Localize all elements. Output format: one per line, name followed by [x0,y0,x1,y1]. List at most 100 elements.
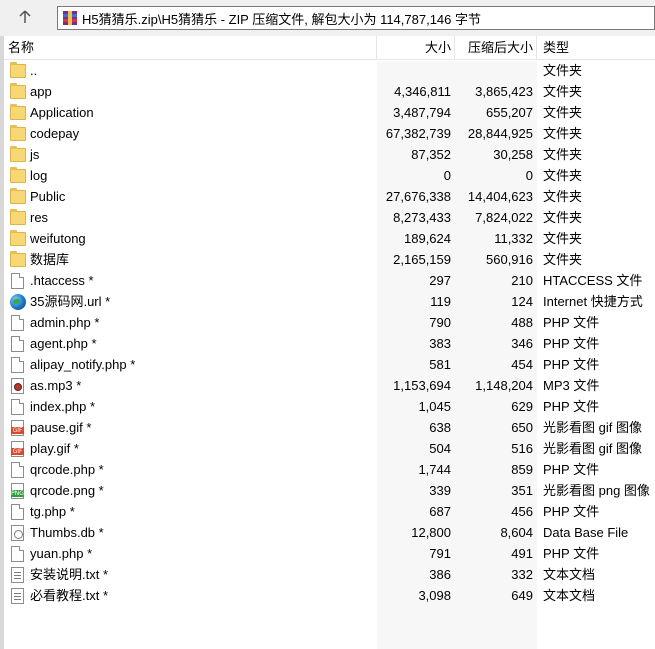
list-item[interactable]: agent.php * 383 346 PHP 文件 [4,333,655,354]
item-type: PHP 文件 [543,462,600,477]
item-size: 189,624 [404,231,451,246]
column-header-size[interactable]: 大小 [377,36,455,60]
list-item[interactable]: weifutong 189,624 11,332 文件夹 [4,228,655,249]
item-name-cell: 35源码网.url * [4,291,377,312]
item-type: 文件夹 [543,126,583,141]
up-folder-button[interactable] [8,5,42,29]
item-name: 必看教程.txt * [30,588,109,603]
item-size: 2,165,159 [393,252,451,267]
column-header-packed-size[interactable]: 压缩后大小 [455,36,537,60]
list-item[interactable]: Thumbs.db * 12,800 8,604 Data Base File [4,522,655,543]
arrow-up-icon [19,10,31,23]
folder-icon [10,124,26,141]
list-item[interactable]: 35源码网.url * 119 124 Internet 快捷方式 [4,291,655,312]
item-packed-size: 650 [511,420,533,435]
item-type: 光影看图 gif 图像 [543,441,642,456]
file-icon [11,545,24,562]
address-bar: H5猜猜乐.zip\H5猜猜乐 - ZIP 压缩文件, 解包大小为 114,78… [0,0,655,36]
item-name: log [30,168,48,183]
list-item[interactable]: pause.gif * 638 650 光影看图 gif 图像 [4,417,655,438]
list-item[interactable]: Application 3,487,794 655,207 文件夹 [4,102,655,123]
item-packed-size: 30,258 [493,147,533,162]
item-size: 504 [429,441,451,456]
list-item[interactable]: play.gif * 504 516 光影看图 gif 图像 [4,438,655,459]
list-item[interactable]: js 87,352 30,258 文件夹 [4,144,655,165]
item-size: 67,382,739 [385,126,451,141]
item-type: 文件夹 [543,84,583,99]
list-item[interactable]: 必看教程.txt * 3,098 649 文本文档 [4,585,655,606]
folder-icon [10,103,26,120]
item-name-cell: admin.php * [4,312,377,333]
list-item[interactable]: yuan.php * 791 491 PHP 文件 [4,543,655,564]
item-type: 文件夹 [543,168,583,183]
item-type: 文件夹 [543,63,583,78]
item-name: codepay [30,126,80,141]
item-type: 文本文档 [543,588,596,603]
column-header-type[interactable]: 类型 [537,36,655,60]
item-name: .. [30,63,38,78]
item-size: 8,273,433 [393,210,451,225]
item-packed-size: 560,916 [486,252,533,267]
item-name-cell: qrcode.php * [4,459,377,480]
list-item[interactable]: admin.php * 790 488 PHP 文件 [4,312,655,333]
gif-image-icon [11,440,24,457]
item-packed-size: 11,332 [494,231,533,246]
text-file-icon [11,566,24,583]
item-type: 文件夹 [543,147,583,162]
audio-file-icon [11,377,24,394]
list-item[interactable]: qrcode.png * 339 351 光影看图 png 图像 [4,480,655,501]
address-path: H5猜猜乐.zip\H5猜猜乐 - ZIP 压缩文件, 解包大小为 114,78… [82,11,482,27]
list-item[interactable]: 安装说明.txt * 386 332 文本文档 [4,564,655,585]
item-packed-size: 210 [511,273,533,288]
item-packed-size: 516 [511,441,533,456]
item-name: Public [30,189,66,204]
item-name: alipay_notify.php * [30,357,136,372]
folder-icon [10,250,26,267]
item-size: 386 [429,567,451,582]
list-item[interactable]: 数据库 2,165,159 560,916 文件夹 [4,249,655,270]
list-item[interactable]: qrcode.php * 1,744 859 PHP 文件 [4,459,655,480]
item-size: 339 [429,483,451,498]
item-type: 文件夹 [543,210,583,225]
item-size: 1,045 [418,399,451,414]
item-name-cell: weifutong [4,228,377,249]
item-name: app [30,84,52,99]
list-item[interactable]: app 4,346,811 3,865,423 文件夹 [4,81,655,102]
folder-icon [10,187,26,204]
item-packed-size: 454 [511,357,533,372]
item-type: PHP 文件 [543,315,600,330]
item-name-cell: js [4,144,377,165]
list-item[interactable]: .htaccess * 297 210 HTACCESS 文件 [4,270,655,291]
item-type: MP3 文件 [543,378,600,393]
item-packed-size: 28,844,925 [467,126,533,141]
item-packed-size: 456 [511,504,533,519]
item-name: Thumbs.db * [30,525,104,540]
item-size: 581 [429,357,451,372]
column-header-name[interactable]: 名称 [4,36,377,60]
item-type: 文件夹 [543,189,583,204]
list-item[interactable]: tg.php * 687 456 PHP 文件 [4,501,655,522]
list-item[interactable]: Public 27,676,338 14,404,623 文件夹 [4,186,655,207]
list-item[interactable]: index.php * 1,045 629 PHP 文件 [4,396,655,417]
item-type: 光影看图 gif 图像 [543,420,642,435]
file-icon [11,356,24,373]
list-item[interactable]: res 8,273,433 7,824,022 文件夹 [4,207,655,228]
list-item[interactable]: codepay 67,382,739 28,844,925 文件夹 [4,123,655,144]
item-name-cell: as.mp3 * [4,375,377,396]
item-packed-size: 346 [511,336,533,351]
list-item[interactable]: log 0 0 文件夹 [4,165,655,186]
address-field[interactable]: H5猜猜乐.zip\H5猜猜乐 - ZIP 压缩文件, 解包大小为 114,78… [57,6,655,30]
item-size: 297 [429,273,451,288]
item-name-cell: play.gif * [4,438,377,459]
list-item[interactable]: .. 文件夹 [4,60,655,81]
item-packed-size [455,60,537,81]
item-type: PHP 文件 [543,546,600,561]
file-icon [11,503,24,520]
item-size: 0 [443,168,451,183]
item-packed-size: 8,604 [500,525,533,540]
item-packed-size: 124 [511,294,533,309]
item-name-cell: yuan.php * [4,543,377,564]
list-item[interactable]: alipay_notify.php * 581 454 PHP 文件 [4,354,655,375]
item-type: 文件夹 [543,105,583,120]
list-item[interactable]: as.mp3 * 1,153,694 1,148,204 MP3 文件 [4,375,655,396]
